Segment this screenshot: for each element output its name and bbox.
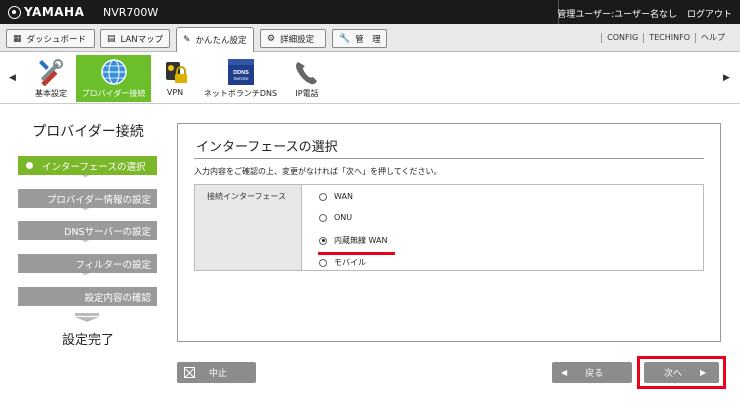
triangle-left-icon: ◀ — [561, 368, 568, 377]
arrow-down-icon — [75, 313, 99, 322]
gear-icon: ⚙ — [267, 33, 276, 44]
tool-label: IP電話 — [295, 89, 319, 98]
top-bar: YAMAHA NVR700W 管理ユーザー:ユーザー名なし ログアウト — [0, 0, 740, 24]
tools-icon — [39, 59, 63, 86]
phone-icon — [296, 62, 317, 85]
radio-button[interactable] — [319, 258, 327, 267]
radio-option-wan[interactable]: WAN — [319, 192, 353, 201]
wrench-icon: 🔧 — [339, 33, 351, 44]
panel-description: 入力内容をご確認の上、変更がなければ「次へ」を押してください。 — [194, 167, 442, 176]
tab-label: ダッシュボード — [26, 34, 87, 45]
interface-form: 接続インターフェース WAN ONU 内蔵無線 WAN モバイル — [194, 184, 704, 271]
step-label: プロバイダー情報の設定 — [46, 194, 151, 206]
back-label: 戻る — [585, 369, 604, 379]
tab-management[interactable]: 🔧 管 理 — [332, 29, 387, 48]
chevron-down-icon: ︾ — [82, 239, 89, 247]
tool-basic-settings[interactable]: 基本設定 — [29, 55, 73, 102]
close-icon — [184, 367, 195, 378]
highlight-underline — [318, 252, 395, 255]
chevron-down-icon: ︾ — [82, 174, 89, 182]
step-label: インターフェースの選択 — [42, 161, 146, 173]
user-info: 管理ユーザー:ユーザー名なし ログアウト — [557, 7, 732, 20]
next-button[interactable]: 次へ ▶ — [644, 362, 719, 383]
tab-dashboard[interactable]: ▦ ダッシュボード — [6, 29, 95, 48]
triangle-right-icon: ▶ — [700, 368, 707, 377]
tool-label: ネットボランチDNS — [203, 89, 278, 98]
tab-advanced-settings[interactable]: ⚙ 詳細設定 — [260, 29, 326, 48]
tool-vpn[interactable]: VPN — [155, 55, 195, 102]
interface-selection-panel: インターフェースの選択 入力内容をご確認の上、変更がなければ「次へ」を押してくだ… — [177, 123, 721, 342]
wizard-icon: ✎ — [183, 35, 191, 45]
ddns-service-icon: DDNS Service — [227, 59, 254, 85]
tool-label: VPN — [166, 88, 184, 97]
option-label: WAN — [334, 192, 353, 201]
scroll-left-arrow-icon[interactable]: ◀ — [9, 73, 16, 83]
step-label: DNSサーバーの設定 — [64, 226, 151, 238]
tab-label: 詳細設定 — [280, 34, 315, 45]
panel-title: インターフェースの選択 — [196, 140, 338, 155]
radio-option-builtin-wireless-wan[interactable]: 内蔵無線 WAN — [319, 235, 387, 246]
back-button[interactable]: ◀ 戻る — [552, 362, 632, 383]
option-label: モバイル — [334, 258, 366, 267]
current-user: 管理ユーザー:ユーザー名なし — [557, 10, 677, 20]
scroll-right-arrow-icon[interactable]: ▶ — [723, 73, 730, 83]
wizard-step-confirm: 設定内容の確認 — [18, 287, 157, 306]
model-name: NVR700W — [103, 6, 159, 19]
tool-label: 基本設定 — [35, 89, 67, 98]
techinfo-link[interactable]: TECHINFO — [643, 33, 695, 43]
cancel-label: 中止 — [209, 369, 228, 379]
yamaha-logo: YAMAHA — [8, 5, 84, 19]
radio-option-onu[interactable]: ONU — [319, 213, 352, 222]
brand-name: YAMAHA — [24, 5, 85, 19]
title-divider — [194, 158, 704, 159]
cancel-button[interactable]: 中止 — [177, 362, 256, 383]
step-label: フィルターの設定 — [75, 259, 151, 271]
help-link[interactable]: ヘルプ — [695, 33, 730, 43]
tab-label: LANマップ — [120, 34, 164, 45]
wizard-complete-label: 設定完了 — [61, 333, 114, 348]
svg-text:Service: Service — [233, 76, 249, 81]
tool-netvolante-dns[interactable]: DDNS Service ネットボランチDNS — [200, 55, 281, 102]
option-label: ONU — [334, 213, 353, 222]
wizard-step-interface-selection: インターフェースの選択 — [18, 156, 157, 175]
globe-icon — [100, 59, 127, 85]
radio-button[interactable] — [319, 213, 327, 222]
step-label: 設定内容の確認 — [84, 292, 151, 304]
radio-option-mobile[interactable]: モバイル — [319, 257, 366, 268]
tool-ip-phone[interactable]: IP電話 — [286, 55, 328, 102]
setup-category-toolbar: ◀ 基本設定 プロバイダー接続 VPN DDNS Service ネットボランチ… — [0, 53, 740, 104]
wizard-step-provider-info: プロバイダー情報の設定 — [18, 189, 157, 208]
tuning-fork-logo-icon — [8, 5, 21, 19]
next-label: 次へ — [664, 369, 683, 379]
main-tab-bar: ▦ ダッシュボード ▤ LANマップ ✎ かんたん設定 ⚙ 詳細設定 🔧 管 理… — [0, 24, 740, 52]
wizard-title: プロバイダー接続 — [32, 124, 144, 140]
vpn-lock-icon — [166, 62, 187, 83]
tool-label: プロバイダー接続 — [81, 89, 146, 98]
current-step-dot-icon — [26, 162, 33, 169]
logout-link[interactable]: ログアウト — [687, 7, 732, 20]
grid-icon: ▦ — [13, 33, 22, 44]
tool-provider-connection[interactable]: プロバイダー接続 — [76, 55, 151, 102]
tab-label: 管 理 — [355, 34, 381, 45]
utility-links: CONFIG TECHINFO ヘルプ — [601, 33, 730, 43]
option-label: 内蔵無線 WAN — [334, 236, 388, 245]
field-label: 接続インターフェース — [195, 185, 302, 270]
radio-button[interactable] — [319, 192, 327, 201]
wizard-step-dns-server: DNSサーバーの設定 — [18, 221, 157, 240]
radio-button-selected[interactable] — [319, 236, 327, 245]
lan-map-icon: ▤ — [107, 33, 116, 44]
chevron-down-icon: ︾ — [82, 272, 89, 280]
tab-easy-setup[interactable]: ✎ かんたん設定 — [176, 27, 254, 52]
tab-lan-map[interactable]: ▤ LANマップ — [100, 29, 170, 48]
tab-label: かんたん設定 — [195, 36, 247, 46]
wizard-step-filter: フィルターの設定 — [18, 254, 157, 273]
chevron-down-icon: ︾ — [82, 207, 89, 215]
config-link[interactable]: CONFIG — [601, 33, 643, 43]
